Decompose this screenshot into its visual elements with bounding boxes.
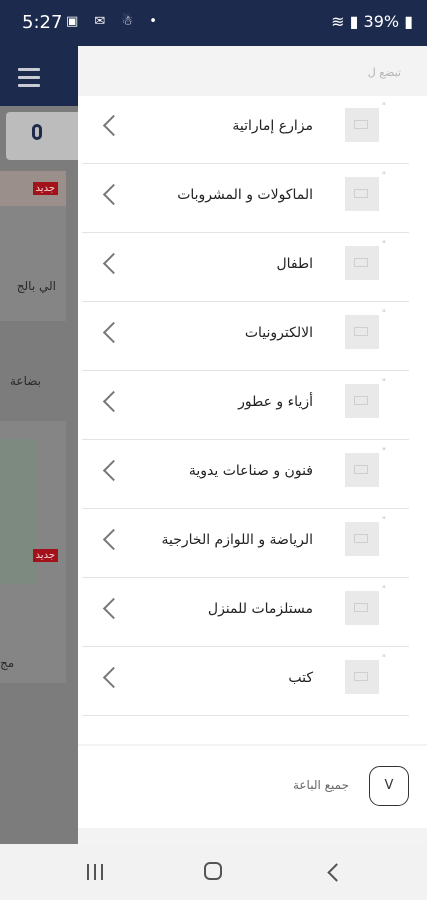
category-label: الالكترونيات xyxy=(244,325,313,341)
image-placeholder-icon xyxy=(345,315,379,349)
category-label: أزياء و عطور xyxy=(238,394,313,410)
chevron-left-icon xyxy=(102,114,125,137)
wifi-icon: ≋ xyxy=(331,12,345,31)
status-time: 5:27 xyxy=(22,12,63,33)
signal-icon: ▮ xyxy=(349,12,359,31)
divider xyxy=(82,715,409,716)
category-label: كتب xyxy=(288,670,313,686)
drawer-header: تبضع ل xyxy=(78,46,427,96)
category-item[interactable]: مزارع إماراتية " xyxy=(78,96,427,164)
microphone-icon[interactable] xyxy=(32,124,42,140)
category-list: مزارع إماراتية " الماكولات و المشروبات "… xyxy=(78,96,427,744)
divider xyxy=(82,301,409,302)
dot-marker: " xyxy=(381,585,386,595)
image-placeholder-icon xyxy=(345,384,379,418)
divider xyxy=(82,577,409,578)
category-item[interactable]: اطفال " xyxy=(78,234,427,302)
status-right: ≋ ▮ 39% ▮ xyxy=(331,12,413,31)
image-placeholder-icon xyxy=(345,591,379,625)
status-bar: 5:27 ▣ ✉ ☃ • ≋ ▮ 39% ▮ xyxy=(0,0,427,46)
notification-icons: ▣ ✉ ☃ • xyxy=(66,14,163,29)
category-item[interactable]: مستلزمات للمنزل " xyxy=(78,579,427,647)
image-placeholder-icon xyxy=(345,453,379,487)
dot-marker: " xyxy=(381,309,386,319)
background-app: جديد الي بالج بضاعة جديد مج xyxy=(0,46,78,844)
chevron-left-icon xyxy=(102,597,125,620)
divider xyxy=(82,439,409,440)
category-item[interactable]: الالكترونيات " xyxy=(78,303,427,371)
category-label: مستلزمات للمنزل xyxy=(207,601,313,617)
home-icon[interactable] xyxy=(204,862,222,880)
dot-marker: " xyxy=(381,516,386,526)
category-label: اطفال xyxy=(276,256,313,272)
image-placeholder-icon xyxy=(345,108,379,142)
system-nav-bar xyxy=(0,844,427,900)
category-label: فنون و صناعات يدوية xyxy=(188,463,313,479)
drawer-hint: تبضع ل xyxy=(367,66,401,79)
divider xyxy=(82,370,409,371)
chevron-left-icon xyxy=(102,528,125,551)
product-image xyxy=(0,439,36,584)
product-card[interactable]: جديد الي بالج xyxy=(0,171,66,321)
product-title: الي بالج xyxy=(16,279,56,293)
category-item[interactable]: فنون و صناعات يدوية " xyxy=(78,441,427,509)
dot-marker: " xyxy=(381,654,386,664)
category-item[interactable]: الرياضة و اللوازم الخارجية " xyxy=(78,510,427,578)
divider xyxy=(82,232,409,233)
v-button[interactable]: V xyxy=(369,766,409,806)
dot-marker: " xyxy=(381,102,386,112)
image-placeholder-icon xyxy=(345,246,379,280)
menu-icon[interactable] xyxy=(18,68,40,92)
category-label: مزارع إماراتية xyxy=(232,118,313,134)
battery-icon: ▮ xyxy=(404,12,413,31)
dot-marker: " xyxy=(381,378,386,388)
category-item[interactable]: الماكولات و المشروبات " xyxy=(78,165,427,233)
battery-text: 39% xyxy=(363,12,400,31)
category-label: الماكولات و المشروبات xyxy=(177,187,313,203)
search-bar[interactable] xyxy=(6,112,78,160)
chevron-left-icon xyxy=(102,183,125,206)
chevron-left-icon xyxy=(102,666,125,689)
section-text: بضاعة xyxy=(10,374,41,388)
dot-marker: " xyxy=(381,447,386,457)
all-sellers-link[interactable]: جميع الباعة xyxy=(293,778,349,792)
app-header xyxy=(0,46,78,106)
chevron-left-icon xyxy=(102,390,125,413)
chevron-left-icon xyxy=(102,321,125,344)
dot-marker: " xyxy=(381,171,386,181)
image-placeholder-icon xyxy=(345,522,379,556)
image-placeholder-icon xyxy=(345,177,379,211)
category-label: الرياضة و اللوازم الخارجية xyxy=(161,532,314,548)
drawer-footer: جميع الباعة V xyxy=(78,746,427,828)
new-badge: جديد xyxy=(32,549,58,562)
divider xyxy=(82,508,409,509)
category-item[interactable]: أزياء و عطور " xyxy=(78,372,427,440)
chevron-left-icon xyxy=(102,459,125,482)
image-placeholder-icon xyxy=(345,660,379,694)
recents-icon[interactable] xyxy=(87,864,105,880)
product-card[interactable]: جديد مج xyxy=(0,421,66,683)
divider xyxy=(82,163,409,164)
back-icon[interactable] xyxy=(327,863,346,882)
product-title: مج xyxy=(0,656,15,670)
dot-marker: " xyxy=(381,240,386,250)
category-item[interactable]: كتب " xyxy=(78,648,427,716)
category-drawer: تبضع ل مزارع إماراتية " الماكولات و المش… xyxy=(78,46,427,844)
new-badge: جديد xyxy=(32,182,58,195)
chevron-left-icon xyxy=(102,252,125,275)
divider xyxy=(82,646,409,647)
